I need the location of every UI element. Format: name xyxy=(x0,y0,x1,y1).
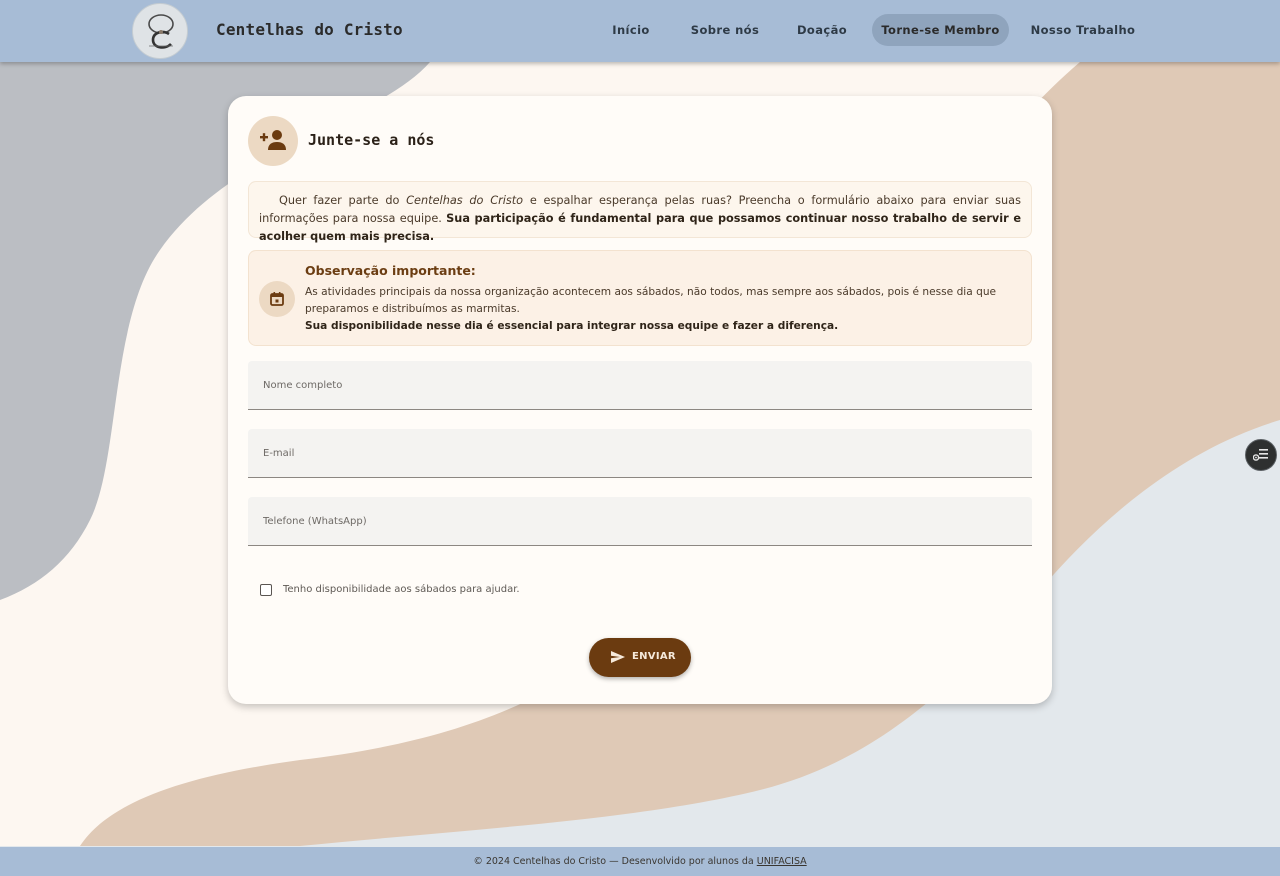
form-title: Junte-se a nós xyxy=(308,131,435,149)
intro-text: Quer fazer parte do Centelhas do Cristo … xyxy=(248,181,1032,243)
site-header: Centelhas do Cristo Início Sobre nós Doa… xyxy=(0,0,1280,62)
note-text: As atividades principais da nossa organi… xyxy=(305,286,997,315)
nav-torne-se-membro[interactable]: Torne-se Membro xyxy=(872,14,1009,46)
saturday-checkbox-label[interactable]: Tenho disponibilidade aos sábados para a… xyxy=(283,584,520,595)
nav-doacao[interactable]: Doação xyxy=(790,14,854,46)
title-icon-badge xyxy=(248,116,298,166)
important-note: Observação importante: As atividades pri… xyxy=(248,250,1032,346)
nav-inicio[interactable]: Início xyxy=(606,14,656,46)
footer-text: © 2024 Centelhas do Cristo — Desenvolvid… xyxy=(473,856,757,867)
intro-org-name: Centelhas do Cristo xyxy=(406,194,524,207)
note-body: As atividades principais da nossa organi… xyxy=(305,284,1023,335)
note-emphasis: Sua disponibilidade nesse dia é essencia… xyxy=(305,320,839,332)
send-button-label: ENVIAR xyxy=(632,651,676,662)
person-add-icon xyxy=(260,130,286,150)
site-footer: © 2024 Centelhas do Cristo — Desenvolvid… xyxy=(0,847,1280,876)
accessibility-icon xyxy=(1253,449,1268,461)
phone-input[interactable] xyxy=(248,497,1032,545)
note-title: Observação importante: xyxy=(305,263,476,278)
nav-sobre-nos[interactable]: Sobre nós xyxy=(684,14,766,46)
saturday-checkbox[interactable] xyxy=(260,584,272,596)
send-icon xyxy=(611,651,625,663)
nav-nosso-trabalho[interactable]: Nosso Trabalho xyxy=(1026,14,1140,46)
name-field xyxy=(248,361,1032,410)
email-input[interactable] xyxy=(248,429,1032,477)
main-nav: Início Sobre nós Doação Torne-se Membro … xyxy=(0,14,1280,46)
intro-part1: Quer fazer parte do xyxy=(279,194,407,207)
footer-link-unifacisa[interactable]: UNIFACISA xyxy=(757,856,807,867)
email-field xyxy=(248,429,1032,478)
note-icon-badge xyxy=(259,281,295,317)
calendar-icon xyxy=(270,292,284,306)
send-button[interactable]: ENVIAR xyxy=(589,638,691,677)
phone-field xyxy=(248,497,1032,546)
accessibility-button[interactable] xyxy=(1245,439,1277,471)
name-input[interactable] xyxy=(248,361,1032,409)
join-form-card: Junte-se a nós Quer fazer parte do Cente… xyxy=(228,96,1052,704)
